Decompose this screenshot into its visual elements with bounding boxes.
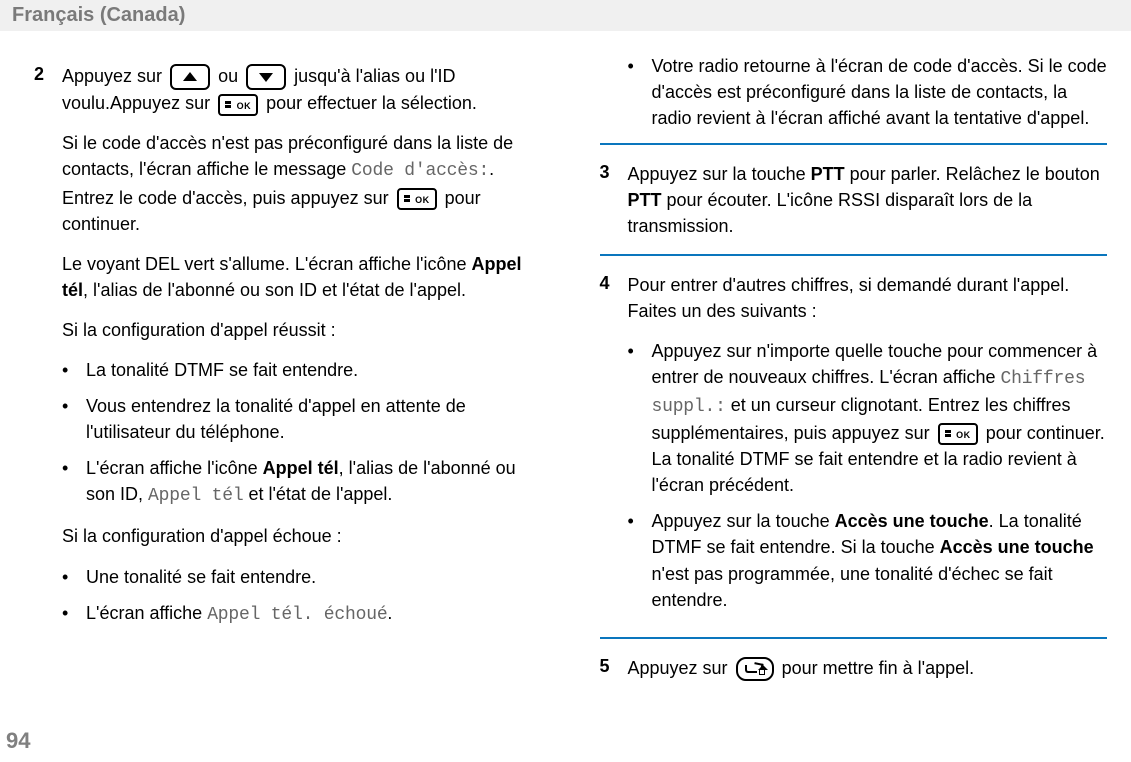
list-item: Appuyez sur la touche Accès une touche. … — [628, 508, 1108, 612]
ok-button-icon — [218, 94, 258, 116]
left-column: 2 Appuyez sur ou jusqu'à l'alias ou l'ID… — [34, 53, 542, 695]
content-columns: 2 Appuyez sur ou jusqu'à l'alias ou l'ID… — [0, 31, 1131, 695]
step-4: 4 Pour entrer d'autres chiffres, si dema… — [600, 262, 1108, 623]
continuation-block: Votre radio retourne à l'écran de code d… — [600, 53, 1108, 131]
step-number: 2 — [34, 63, 62, 638]
step-2: 2 Appuyez sur ou jusqu'à l'alias ou l'ID… — [34, 53, 542, 638]
back-home-icon — [736, 657, 774, 681]
down-arrow-icon — [246, 64, 286, 90]
separator — [600, 143, 1108, 145]
step2-para4: Si la configuration d'appel réussit : — [62, 317, 542, 343]
page-header: Français (Canada) — [0, 0, 1131, 31]
list-item: L'écran affiche Appel tél. échoué. — [62, 600, 542, 628]
step-number: 4 — [600, 272, 628, 623]
list-item: Une tonalité se fait entendre. — [62, 564, 542, 590]
right-column: Votre radio retourne à l'écran de code d… — [600, 53, 1108, 695]
step2-para3: Le voyant DEL vert s'allume. L'écran aff… — [62, 251, 542, 303]
step-body: Appuyez sur ou jusqu'à l'alias ou l'ID v… — [62, 63, 542, 638]
step2-para2: Si le code d'accès n'est pas préconfigur… — [62, 130, 542, 236]
step-3: 3 Appuyez sur la touche PTT pour parler.… — [600, 151, 1108, 239]
page-number: 94 — [6, 728, 30, 754]
step-number: 5 — [600, 655, 628, 681]
separator — [600, 637, 1108, 639]
step-body: Pour entrer d'autres chiffres, si demand… — [628, 272, 1108, 623]
header-title: Français (Canada) — [12, 4, 185, 26]
step2-para5: Si la configuration d'appel échoue : — [62, 523, 542, 549]
up-arrow-icon — [170, 64, 210, 90]
step5-text: Appuyez sur pour mettre fin à l'appel. — [628, 655, 1108, 681]
step-5: 5 Appuyez sur pour mettre fin à l'appel. — [600, 645, 1108, 681]
step4-intro: Pour entrer d'autres chiffres, si demand… — [628, 272, 1108, 324]
ok-button-icon — [938, 423, 978, 445]
step4-list: Appuyez sur n'importe quelle touche pour… — [628, 338, 1108, 613]
list-item: Appuyez sur n'importe quelle touche pour… — [628, 338, 1108, 499]
list-item: La tonalité DTMF se fait entendre. — [62, 357, 542, 383]
success-list: La tonalité DTMF se fait entendre. Vous … — [62, 357, 542, 509]
list-item: Vous entendrez la tonalité d'appel en at… — [62, 393, 542, 445]
step-body: Appuyez sur pour mettre fin à l'appel. — [628, 655, 1108, 681]
fail-list: Une tonalité se fait entendre. L'écran a… — [62, 564, 542, 628]
step3-text: Appuyez sur la touche PTT pour parler. R… — [628, 161, 1108, 239]
list-item: Votre radio retourne à l'écran de code d… — [628, 53, 1108, 131]
separator — [600, 254, 1108, 256]
cont-list: Votre radio retourne à l'écran de code d… — [628, 53, 1108, 131]
step2-para1: Appuyez sur ou jusqu'à l'alias ou l'ID v… — [62, 63, 542, 116]
list-item: L'écran affiche l'icône Appel tél, l'ali… — [62, 455, 542, 509]
step-number: 3 — [600, 161, 628, 239]
step-body: Appuyez sur la touche PTT pour parler. R… — [628, 161, 1108, 239]
ok-button-icon — [397, 188, 437, 210]
